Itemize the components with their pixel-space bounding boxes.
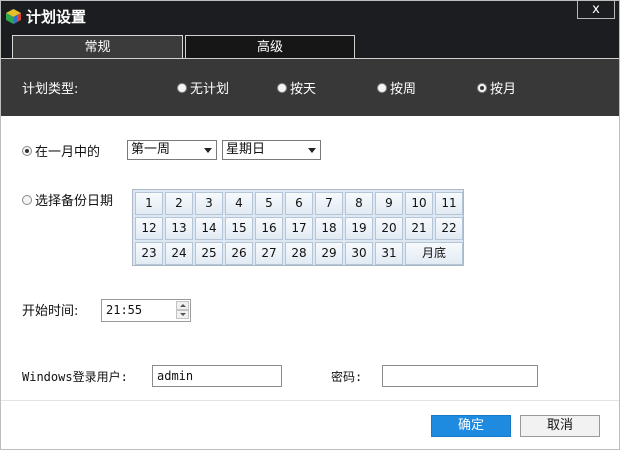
windows-user-label: Windows登录用户: bbox=[22, 370, 128, 384]
radio-daily[interactable]: 按天 bbox=[277, 78, 316, 97]
spin-up-icon[interactable] bbox=[176, 301, 189, 310]
radio-selected-icon bbox=[477, 82, 487, 93]
date-cell[interactable]: 24 bbox=[165, 242, 193, 265]
start-time-label: 开始时间: bbox=[22, 304, 79, 319]
password-input[interactable] bbox=[382, 365, 538, 387]
date-cell[interactable]: 6 bbox=[285, 192, 313, 215]
radio-monthly-label: 按月 bbox=[490, 82, 517, 97]
tab-advanced[interactable]: 高级 bbox=[185, 35, 355, 59]
date-cell[interactable]: 5 bbox=[255, 192, 283, 215]
day-select[interactable]: 星期日 bbox=[222, 140, 321, 160]
day-select-value: 星期日 bbox=[226, 142, 266, 157]
date-cell[interactable]: 9 bbox=[375, 192, 403, 215]
ok-button[interactable]: 确定 bbox=[431, 415, 511, 437]
plan-type-label: 计划类型: bbox=[22, 82, 79, 97]
date-cell[interactable]: 16 bbox=[255, 217, 283, 240]
close-button[interactable]: x bbox=[577, 1, 615, 19]
radio-in-month-label: 在一月中的 bbox=[35, 145, 101, 160]
app-logo-icon bbox=[6, 9, 21, 24]
cancel-button[interactable]: 取消 bbox=[520, 415, 600, 437]
date-cell[interactable]: 23 bbox=[135, 242, 163, 265]
date-cell[interactable]: 12 bbox=[135, 217, 163, 240]
tab-general[interactable]: 常规 bbox=[12, 35, 183, 59]
week-select-value: 第一周 bbox=[131, 142, 171, 157]
radio-in-month[interactable]: 在一月中的 bbox=[22, 141, 100, 160]
date-cell[interactable]: 27 bbox=[255, 242, 283, 265]
date-cell[interactable]: 2 bbox=[165, 192, 193, 215]
window-title: 计划设置 bbox=[26, 8, 87, 26]
radio-backup-date-label: 选择备份日期 bbox=[35, 194, 114, 209]
date-cell[interactable]: 21 bbox=[405, 217, 433, 240]
footer-divider bbox=[0, 400, 620, 401]
date-cell[interactable]: 29 bbox=[315, 242, 343, 265]
date-cell[interactable]: 1 bbox=[135, 192, 163, 215]
radio-daily-label: 按天 bbox=[290, 82, 317, 97]
date-cell[interactable]: 11 bbox=[435, 192, 463, 215]
radio-weekly-label: 按周 bbox=[390, 82, 417, 97]
date-cell[interactable]: 4 bbox=[225, 192, 253, 215]
month-end-cell[interactable]: 月底 bbox=[405, 242, 463, 265]
dropdown-arrow-icon bbox=[204, 148, 212, 153]
radio-dot-icon bbox=[377, 82, 387, 93]
radio-dot-icon bbox=[22, 194, 32, 205]
date-cell[interactable]: 3 bbox=[195, 192, 223, 215]
spin-down-icon[interactable] bbox=[176, 310, 189, 319]
start-time-spinner[interactable]: 21:55 bbox=[101, 299, 191, 322]
start-time-value: 21:55 bbox=[106, 303, 143, 317]
date-cell[interactable]: 7 bbox=[315, 192, 343, 215]
date-cell[interactable]: 14 bbox=[195, 217, 223, 240]
date-cell[interactable]: 22 bbox=[435, 217, 463, 240]
dropdown-arrow-icon bbox=[308, 148, 316, 153]
radio-no-plan-label: 无计划 bbox=[190, 82, 230, 97]
date-cell[interactable]: 20 bbox=[375, 217, 403, 240]
date-cell[interactable]: 17 bbox=[285, 217, 313, 240]
date-cell[interactable]: 26 bbox=[225, 242, 253, 265]
radio-weekly[interactable]: 按周 bbox=[377, 78, 416, 97]
date-cell[interactable]: 18 bbox=[315, 217, 343, 240]
date-cell[interactable]: 31 bbox=[375, 242, 403, 265]
radio-dot-icon bbox=[177, 82, 187, 93]
radio-dot-icon bbox=[277, 82, 287, 93]
radio-selected-icon bbox=[22, 145, 32, 156]
radio-no-plan[interactable]: 无计划 bbox=[177, 78, 229, 97]
date-cell[interactable]: 25 bbox=[195, 242, 223, 265]
radio-monthly[interactable]: 按月 bbox=[477, 78, 516, 97]
date-cell[interactable]: 13 bbox=[165, 217, 193, 240]
week-select[interactable]: 第一周 bbox=[127, 140, 217, 160]
date-cell[interactable]: 30 bbox=[345, 242, 373, 265]
date-cell[interactable]: 28 bbox=[285, 242, 313, 265]
date-cell[interactable]: 15 bbox=[225, 217, 253, 240]
windows-user-input[interactable]: admin bbox=[152, 365, 282, 387]
date-cell[interactable]: 10 bbox=[405, 192, 433, 215]
date-cell[interactable]: 8 bbox=[345, 192, 373, 215]
date-grid: 1 2 3 4 5 6 7 8 9 10 11 12 13 14 15 16 17 18 19 20 21 22 23 24 2… bbox=[132, 189, 464, 266]
password-label: 密码: bbox=[331, 370, 363, 384]
date-cell[interactable]: 19 bbox=[345, 217, 373, 240]
title-bar bbox=[0, 0, 620, 32]
radio-backup-date[interactable]: 选择备份日期 bbox=[22, 190, 113, 209]
